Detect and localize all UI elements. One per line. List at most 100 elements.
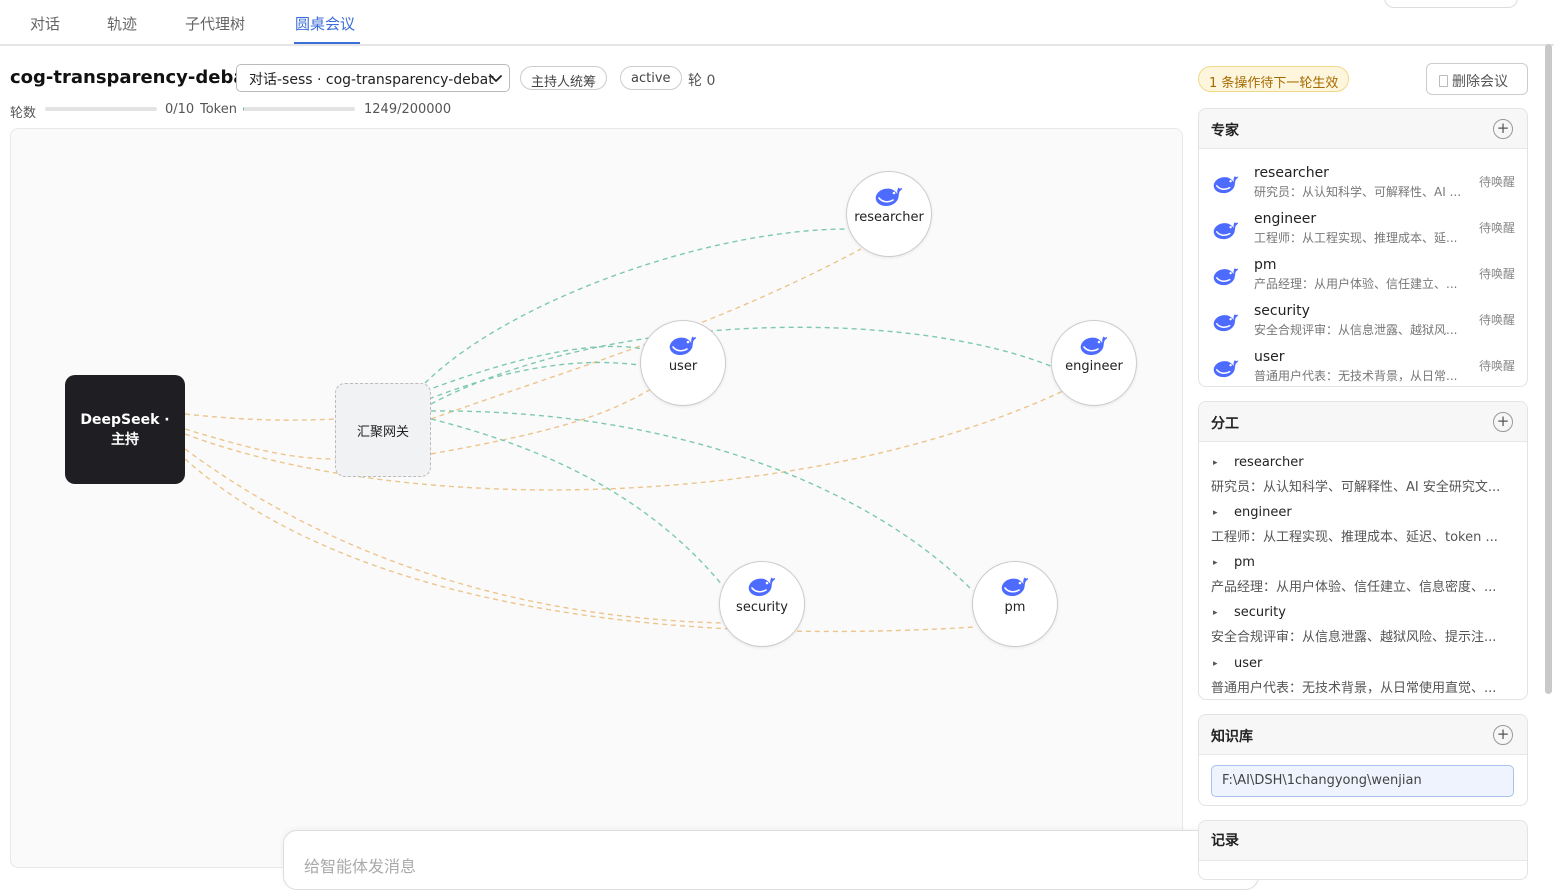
token-value: 1249/200000 (364, 102, 452, 117)
link-gateway-engineer (430, 326, 1054, 405)
link-host-gateway-2 (184, 428, 336, 460)
whale-icon (999, 572, 1031, 598)
expert-list-item[interactable]: pm 产品经理：从用户体验、信任建立、... 待唤醒 (1199, 253, 1527, 299)
pending-notice-badge: 1 条操作待下一轮生效 (1198, 66, 1350, 92)
expert-name: researcher (1254, 165, 1329, 181)
role-desc: 工程师：从工程实现、推理成本、延迟、token ... (1211, 530, 1498, 545)
expert-node-security[interactable]: security (719, 561, 805, 647)
kb-panel-header: 知识库 + (1199, 715, 1527, 755)
session-select[interactable]: 对话-sess · cog-transparency-debat (236, 64, 510, 92)
rounds-value: 0/10 (165, 102, 195, 117)
whale-icon (1211, 217, 1241, 241)
add-expert-button[interactable]: + (1493, 119, 1513, 139)
trash-icon (1439, 75, 1448, 87)
add-role-button[interactable]: + (1493, 412, 1513, 432)
rounds-label: 轮数 (10, 106, 37, 121)
token-progress-bar (243, 107, 355, 111)
active-tab-indicator (294, 42, 360, 44)
top-right-control[interactable] (1384, 0, 1518, 8)
expert-desc: 普通用户代表：无技术背景，从日常... (1254, 369, 1458, 383)
expert-desc: 产品经理：从用户体验、信任建立、... (1254, 277, 1458, 291)
roles-panel-header: 分工 + (1199, 402, 1527, 442)
whale-icon (1211, 263, 1241, 287)
caret-right-icon: ▸ (1213, 558, 1218, 568)
mode-pill: 主持人统筹 (520, 66, 608, 90)
host-node-label: DeepSeek · 主持 (80, 411, 170, 448)
session-select-value: 对话-sess · cog-transparency-debat (249, 72, 494, 88)
link-gateway-researcher-orange (430, 248, 862, 420)
expert-node-user[interactable]: user (640, 320, 726, 406)
gateway-node[interactable]: 汇聚网关 (335, 383, 431, 477)
expert-list-item[interactable]: security 安全合规评审：从信息泄露、越狱风... 待唤醒 (1199, 299, 1527, 345)
kb-panel-title: 知识库 (1211, 729, 1253, 745)
role-desc: 安全合规评审：从信息泄露、越狱风险、提示注... (1211, 630, 1497, 645)
expert-node-label: engineer (1065, 359, 1123, 374)
expert-status: 待唤醒 (1478, 267, 1515, 281)
records-panel-title: 记录 (1211, 833, 1239, 849)
link-gateway-researcher (424, 228, 849, 384)
link-gateway-user-orange (430, 388, 652, 455)
whale-icon (1211, 355, 1241, 379)
expert-node-label: researcher (854, 210, 924, 225)
link-host-gateway (184, 413, 336, 421)
role-item[interactable]: ▸ pm 产品经理：从用户体验、信任建立、信息密度、... (1199, 553, 1527, 601)
caret-right-icon: ▸ (1213, 458, 1218, 468)
connection-links (184, 228, 1064, 633)
host-node[interactable]: DeepSeek · 主持 (65, 375, 185, 484)
expert-node-label: security (736, 600, 788, 615)
expert-node-pm[interactable]: pm (972, 561, 1058, 647)
expert-name: security (1254, 303, 1310, 319)
link-gateway-user-2 (428, 361, 647, 400)
tab-trajectory[interactable]: 轨迹 (107, 13, 137, 34)
delete-meeting-button[interactable]: 删除会议 (1426, 63, 1528, 95)
link-host-security (184, 448, 724, 624)
status-badge: active (620, 66, 682, 90)
expert-name: user (1254, 349, 1285, 365)
role-desc: 普通用户代表：无技术背景，从日常使用直觉、... (1211, 681, 1497, 696)
records-panel-header: 记录 (1199, 821, 1527, 861)
expert-list-item[interactable]: user 普通用户代表：无技术背景，从日常... 待唤醒 (1199, 345, 1527, 386)
message-composer[interactable]: 给智能体发消息 (283, 830, 1259, 890)
roundtable-canvas[interactable]: DeepSeek · 主持 汇聚网关 researcher user engin… (10, 128, 1183, 868)
role-desc: 研究员：从认知科学、可解释性、AI 安全研究文... (1211, 480, 1501, 495)
add-kb-button[interactable]: + (1493, 725, 1513, 745)
whale-icon (746, 572, 778, 598)
expert-list-item[interactable]: engineer 工程师：从工程实现、推理成本、延... 待唤醒 (1199, 207, 1527, 253)
round-counter: 轮 0 (688, 73, 716, 89)
role-item[interactable]: ▸ security 安全合规评审：从信息泄露、越狱风险、提示注... (1199, 603, 1527, 651)
page-scrollbar[interactable] (1545, 44, 1552, 694)
chevron-down-icon (490, 75, 502, 82)
tab-chat[interactable]: 对话 (30, 13, 60, 34)
expert-status: 待唤醒 (1478, 313, 1515, 327)
token-label: Token (200, 102, 237, 117)
role-name: security (1234, 605, 1286, 620)
top-tab-bar: 对话 轨迹 子代理树 圆桌会议 (0, 0, 1554, 46)
caret-right-icon: ▸ (1213, 659, 1218, 669)
expert-node-researcher[interactable]: researcher (846, 171, 932, 257)
role-name: pm (1234, 555, 1255, 570)
link-host-pm (184, 458, 977, 633)
kb-path-field[interactable]: F:\AI\DSH\1changyong\wenjian (1211, 765, 1514, 797)
caret-right-icon: ▸ (1213, 508, 1218, 518)
expert-name: engineer (1254, 211, 1317, 227)
tab-roundtable[interactable]: 圆桌会议 (295, 13, 355, 34)
whale-icon (873, 182, 905, 208)
link-host-engineer (184, 390, 1064, 491)
tab-subagent-tree[interactable]: 子代理树 (185, 13, 245, 34)
role-item[interactable]: ▸ researcher 研究员：从认知科学、可解释性、AI 安全研究文... (1199, 453, 1527, 501)
expert-node-engineer[interactable]: engineer (1051, 320, 1137, 406)
role-item[interactable]: ▸ engineer 工程师：从工程实现、推理成本、延迟、token ... (1199, 503, 1527, 551)
gateway-node-label: 汇聚网关 (356, 424, 409, 440)
expert-list-item[interactable]: researcher 研究员：从认知科学、可解释性、AI ... 待唤醒 (1199, 161, 1527, 207)
whale-icon (667, 331, 699, 357)
expert-desc: 研究员：从认知科学、可解释性、AI ... (1254, 185, 1462, 199)
rounds-progress-bar (45, 107, 157, 111)
experts-panel-title: 专家 (1211, 123, 1239, 139)
link-gateway-security (430, 418, 724, 587)
meeting-title: cog-transparency-debate (10, 67, 267, 88)
caret-right-icon: ▸ (1213, 608, 1218, 618)
delete-meeting-label: 删除会议 (1452, 74, 1508, 90)
role-item[interactable]: ▸ user 普通用户代表：无技术背景，从日常使用直觉、... (1199, 654, 1527, 699)
composer-placeholder: 给智能体发消息 (304, 857, 417, 876)
role-name: researcher (1234, 455, 1304, 470)
